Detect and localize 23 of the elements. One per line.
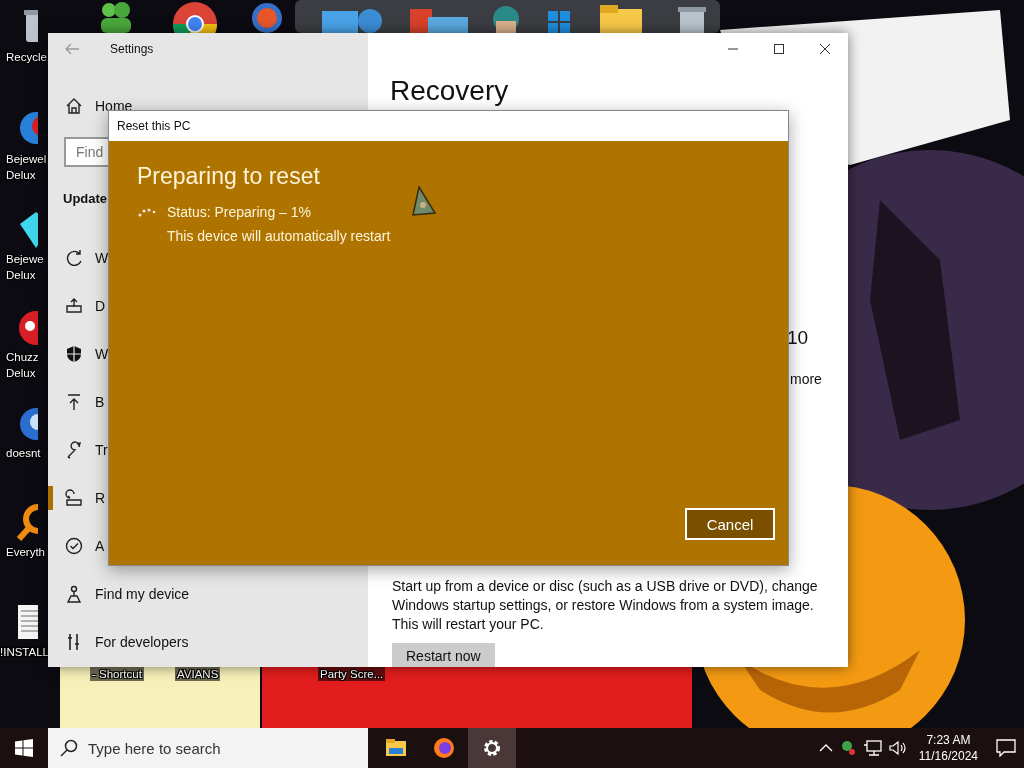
icon-label: - Shortcut [90,667,144,681]
text-fragment: 10 [787,327,810,349]
description: Start up from a device or disc (such as a USB drive or DVD), change Windows startup settings, or restore Windows from a system image. This will restart your PC. [392,577,819,634]
icon-label: !INSTALL [0,645,49,659]
status-text: Status: Preparing – 1% [167,204,311,220]
dialog-heading: Preparing to reset [137,163,321,190]
icon-label: doesnt [6,446,41,460]
page-title: Recovery [390,75,510,107]
restart-note: This device will automatically restart [167,228,392,244]
icon-label: Party Scre... [318,667,386,681]
text-fragment: more [790,371,823,387]
window-title: Settings [110,42,154,56]
dialog-title: Reset this PC [117,119,191,133]
icon-label: AVIANS [175,667,221,681]
icon-label: Delux [6,366,36,380]
icon-label: Delux [6,268,36,282]
icon-label: Recycle [6,50,47,64]
icon-label: Delux [6,168,36,182]
icon-label: Bejewel [6,152,47,166]
icon-label: Chuzz [6,350,39,364]
icon-label: Everyth [6,545,45,559]
section-heading: Update [63,191,109,207]
icon-label: Bejewe [6,252,44,266]
